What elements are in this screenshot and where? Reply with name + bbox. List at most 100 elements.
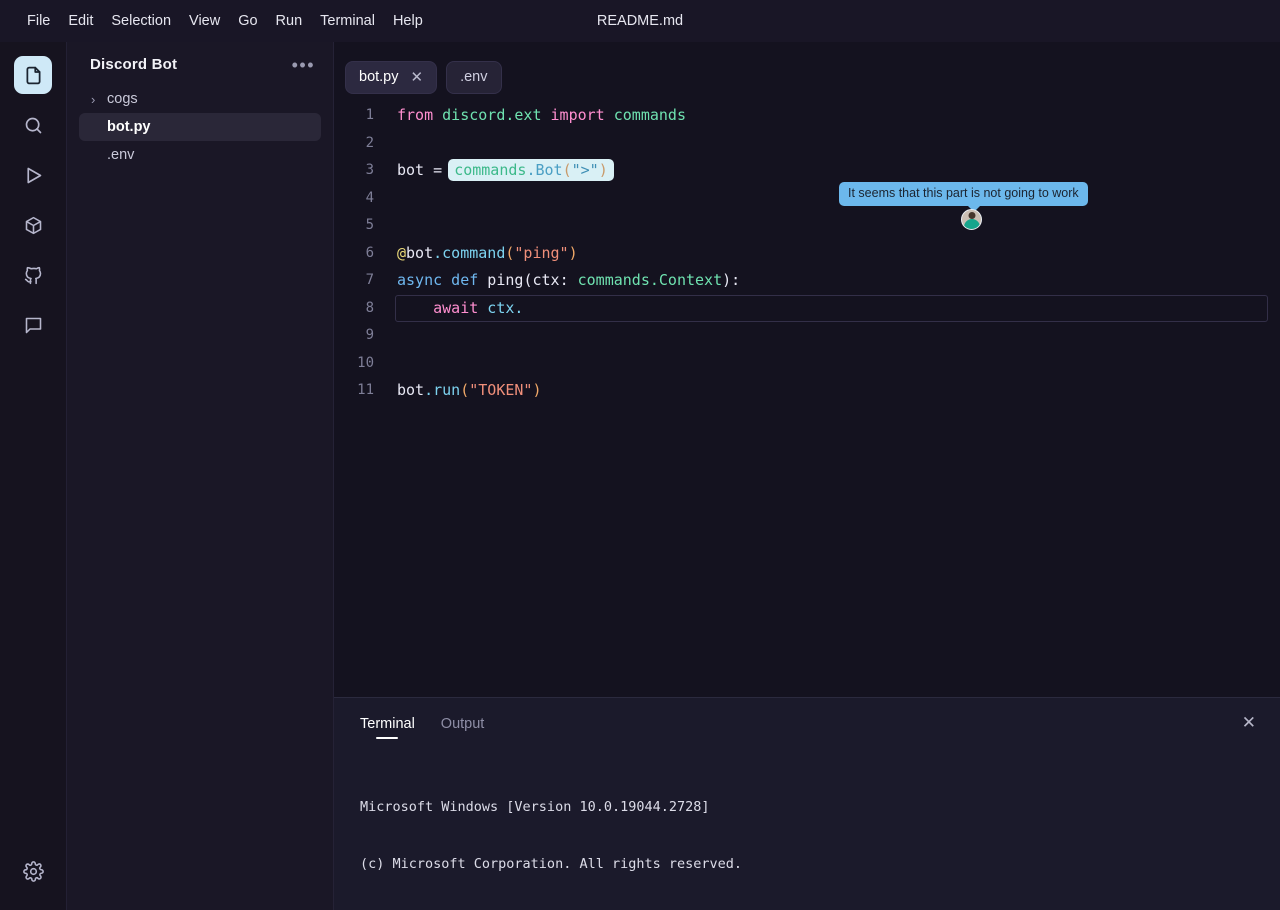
code-line-9: 9 xyxy=(334,322,1280,350)
tab-terminal[interactable]: Terminal xyxy=(360,716,415,739)
bottom-panel: Terminal Output ✕ Microsoft Windows [Ver… xyxy=(334,697,1280,910)
activity-item-run[interactable] xyxy=(14,156,52,194)
close-icon[interactable]: ✕ xyxy=(1242,714,1256,731)
token-paren-open: ( xyxy=(460,381,470,399)
code-line-content: from discord.ext import commands xyxy=(374,102,686,130)
sidebar-explorer: Discord Bot ••• › cogs bot.py .env xyxy=(67,42,334,910)
token-param-ctx: ctx xyxy=(532,271,560,289)
token-var-bot: bot xyxy=(406,243,434,262)
source-control-icon xyxy=(23,265,44,286)
sidebar-header: Discord Bot ••• xyxy=(67,42,333,79)
terminal-line: Microsoft Windows [Version 10.0.19044.27… xyxy=(360,799,710,815)
current-line-indicator xyxy=(395,294,1268,322)
tab-output[interactable]: Output xyxy=(441,716,485,739)
menu-item-view[interactable]: View xyxy=(180,9,229,33)
more-actions-icon[interactable]: ••• xyxy=(290,56,317,74)
avatar-head xyxy=(968,212,975,219)
tree-item-cogs[interactable]: › cogs xyxy=(79,85,321,113)
editor-tab-bar: bot.py ✕ .env xyxy=(334,42,1280,100)
code-line-content: @bot.command("ping") xyxy=(374,240,578,268)
token-module-commands: commands xyxy=(604,106,686,124)
activity-item-extensions[interactable] xyxy=(14,206,52,244)
terminal-output[interactable]: Microsoft Windows [Version 10.0.19044.27… xyxy=(334,740,1280,910)
code-line-11: 11 bot.run("TOKEN") xyxy=(334,377,1280,405)
menu-item-go[interactable]: Go xyxy=(229,9,266,33)
close-icon[interactable]: ✕ xyxy=(411,70,424,85)
tree-item-env[interactable]: .env xyxy=(79,141,321,169)
token-attr-command: .command xyxy=(433,243,506,262)
activity-item-explorer[interactable] xyxy=(14,56,52,94)
token-string-prefix: ">" xyxy=(571,161,599,179)
line-number: 9 xyxy=(365,327,374,343)
editor-tab-label: bot.py xyxy=(359,69,399,85)
token-var-bot: bot xyxy=(397,161,425,179)
activity-item-settings[interactable] xyxy=(14,852,52,890)
token-keyword-def: def xyxy=(442,271,479,289)
code-line-4: 4 xyxy=(334,185,1280,213)
code-line-5: 5 xyxy=(334,212,1280,240)
token-string-ping: "ping" xyxy=(514,243,569,262)
line-number: 11 xyxy=(357,382,374,398)
token-paren-open: ( xyxy=(562,161,572,179)
token-keyword-await: await xyxy=(397,298,479,317)
explorer-icon xyxy=(23,65,44,86)
extensions-icon xyxy=(23,215,44,236)
token-keyword-async: async xyxy=(397,271,443,289)
line-number: 5 xyxy=(365,217,374,233)
line-number: 4 xyxy=(365,189,374,206)
token-var-ctx: ctx. xyxy=(478,298,524,317)
editor-tab-botpy[interactable]: bot.py ✕ xyxy=(345,60,438,94)
line-number: 1 xyxy=(365,107,374,123)
token-attr-run: .run xyxy=(424,381,461,399)
editor-tab-env[interactable]: .env xyxy=(446,60,502,94)
menu-item-help[interactable]: Help xyxy=(384,9,432,33)
editor-tab-label: .env xyxy=(460,69,488,85)
menu-item-terminal[interactable]: Terminal xyxy=(311,9,384,33)
code-selection-highlight[interactable]: commands.Bot(">") xyxy=(448,159,614,181)
activity-item-chat[interactable] xyxy=(14,306,52,344)
code-line-7: 7 async def ping(ctx: commands.Context): xyxy=(334,267,1280,295)
token-var-bot: bot xyxy=(397,381,425,399)
code-line-content: await ctx. xyxy=(374,295,523,323)
avatar-body xyxy=(963,219,980,229)
menu-item-edit[interactable]: Edit xyxy=(59,9,102,33)
tree-item-label: bot.py xyxy=(107,119,151,135)
search-icon xyxy=(23,115,44,136)
activity-item-search[interactable] xyxy=(14,106,52,144)
menu-items: File Edit Selection View Go Run Terminal… xyxy=(18,9,432,33)
tree-item-botpy[interactable]: bot.py xyxy=(79,113,321,141)
token-paren-close: ) xyxy=(598,161,608,179)
menu-item-run[interactable]: Run xyxy=(267,9,312,33)
token-paren-close: ) xyxy=(532,381,542,399)
token-colon: : xyxy=(559,271,578,289)
line-number: 8 xyxy=(365,299,374,316)
activity-bar xyxy=(0,42,67,910)
token-keyword-from: from xyxy=(397,106,434,124)
activity-item-source-control[interactable] xyxy=(14,256,52,294)
menu-item-file[interactable]: File xyxy=(18,9,59,33)
menu-bar: File Edit Selection View Go Run Terminal… xyxy=(0,0,1280,42)
collaborator-avatar[interactable] xyxy=(961,209,982,230)
token-module-commands: commands xyxy=(454,161,527,179)
token-decorator-at: @ xyxy=(397,243,407,262)
code-line-content: bot = commands.Bot(">") xyxy=(374,157,614,185)
token-paren-close: ): xyxy=(722,271,741,289)
token-type-commands-context: commands.Context xyxy=(577,271,723,289)
line-number: 7 xyxy=(365,272,374,288)
code-line-6: 6 @bot.command("ping") xyxy=(334,240,1280,268)
code-editor[interactable]: 1 from discord.ext import commands 2 3 b… xyxy=(334,102,1280,405)
line-number: 6 xyxy=(365,244,374,261)
comment-tooltip[interactable]: It seems that this part is not going to … xyxy=(839,182,1088,212)
token-string-token: "TOKEN" xyxy=(469,381,533,399)
token-module-discord-ext: discord.ext xyxy=(433,106,551,124)
code-line-10: 10 xyxy=(334,350,1280,378)
code-line-content: async def ping(ctx: commands.Context): xyxy=(374,267,740,295)
line-number: 2 xyxy=(365,134,374,151)
token-keyword-import: import xyxy=(550,106,605,124)
tree-item-label: cogs xyxy=(107,91,138,107)
editor-area: bot.py ✕ .env 1 from discord.ext import … xyxy=(334,42,1280,697)
file-tree: › cogs bot.py .env xyxy=(67,85,333,169)
code-line-8: 8 await ctx. xyxy=(334,294,1280,323)
menu-item-selection[interactable]: Selection xyxy=(102,9,180,33)
token-fnname-ping: ping xyxy=(478,271,524,289)
